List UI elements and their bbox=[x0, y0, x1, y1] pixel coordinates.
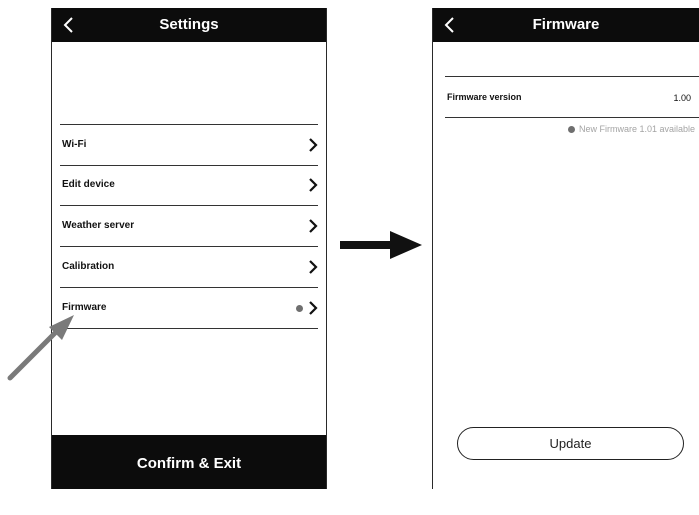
chevron-right-icon bbox=[309, 138, 318, 152]
firmware-header: Firmware bbox=[433, 8, 699, 42]
firmware-version-label: Firmware version bbox=[447, 92, 522, 102]
chevron-right-icon bbox=[309, 260, 318, 274]
page-title: Firmware bbox=[532, 16, 600, 33]
settings-item-firmware[interactable]: Firmware bbox=[60, 288, 318, 329]
update-available-note: New Firmware 1.01 available bbox=[567, 124, 695, 134]
chevron-right-icon bbox=[309, 219, 318, 233]
settings-screen: Settings Wi-Fi Edit device Weather serve… bbox=[51, 8, 327, 489]
chevron-right-icon bbox=[309, 301, 318, 315]
pointer-arrow-icon bbox=[7, 315, 74, 381]
update-note-text: New Firmware 1.01 available bbox=[578, 124, 695, 134]
settings-item-label: Weather server bbox=[62, 220, 135, 231]
settings-item-weather-server[interactable]: Weather server bbox=[60, 206, 318, 247]
firmware-screen: Firmware Firmware version 1.00 New Firmw… bbox=[432, 8, 699, 489]
settings-item-wifi[interactable]: Wi-Fi bbox=[60, 124, 318, 166]
settings-item-edit-device[interactable]: Edit device bbox=[60, 165, 318, 206]
settings-item-label: Calibration bbox=[62, 261, 115, 272]
confirm-exit-button[interactable]: Confirm & Exit bbox=[52, 435, 326, 489]
settings-item-label: Edit device bbox=[62, 179, 115, 190]
firmware-version-value: 1.00 bbox=[673, 93, 691, 103]
page-title: Settings bbox=[159, 16, 219, 33]
chevron-left-icon[interactable] bbox=[61, 17, 77, 33]
chevron-right-icon bbox=[309, 178, 318, 192]
settings-item-label: Wi-Fi bbox=[62, 139, 87, 150]
update-button[interactable]: Update bbox=[457, 427, 684, 460]
dot-icon bbox=[567, 125, 575, 133]
firmware-version-row: Firmware version 1.00 bbox=[445, 76, 699, 118]
chevron-left-icon[interactable] bbox=[442, 17, 458, 33]
dot-icon bbox=[296, 305, 303, 312]
arrow-right-icon bbox=[340, 231, 422, 259]
settings-item-calibration[interactable]: Calibration bbox=[60, 247, 318, 288]
settings-header: Settings bbox=[52, 8, 326, 42]
